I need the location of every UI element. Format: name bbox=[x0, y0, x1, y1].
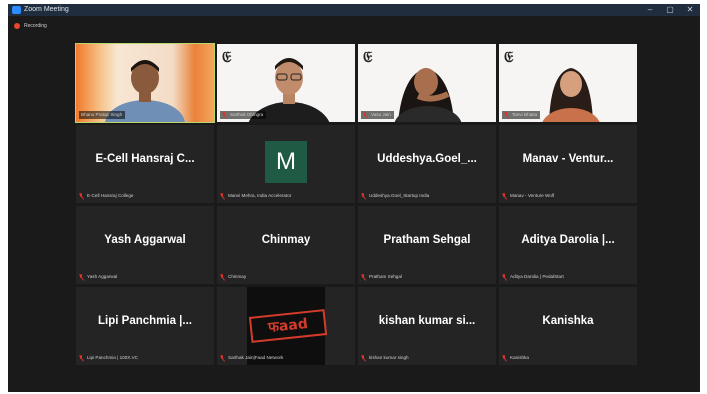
zoom-window: Zoom Meeting – ▢ ✕ Recording Bhanu Prata… bbox=[8, 4, 700, 392]
zoom-app-icon bbox=[12, 6, 21, 14]
muted-mic-icon bbox=[79, 193, 84, 199]
participant-name: Manav - Venture Wolf bbox=[510, 193, 555, 198]
participant-display-name: Kanishka bbox=[542, 315, 594, 327]
participant-name-tag: Pratham Sehgal bbox=[361, 273, 402, 281]
muted-mic-icon bbox=[220, 274, 225, 280]
participant-name-tag: kishan kumar singh bbox=[361, 354, 409, 362]
title-bar: Zoom Meeting – ▢ ✕ bbox=[8, 4, 700, 16]
participant-name-tag: E-Cell Hansraj College bbox=[79, 192, 133, 200]
participant-tile[interactable]: kishan kumar si... kishan kumar singh bbox=[358, 287, 496, 365]
muted-mic-icon bbox=[220, 193, 225, 199]
participant-name: Manvi Mehra, India Accelerator bbox=[228, 193, 292, 198]
avatar: M bbox=[265, 141, 307, 183]
participant-display-name: Lipi Panchmia |... bbox=[98, 315, 192, 327]
muted-mic-icon bbox=[361, 193, 366, 199]
participant-name-tag: Manav - Venture Wolf bbox=[502, 192, 554, 200]
window-title: Zoom Meeting bbox=[24, 6, 69, 13]
participant-tile[interactable]: Kanishka Kanishka bbox=[499, 287, 637, 365]
participant-tile[interactable]: Manav - Ventur... Manav - Venture Wolf bbox=[499, 125, 637, 203]
participant-name: Tanvi Bhatia bbox=[512, 112, 538, 117]
maximize-button[interactable]: ▢ bbox=[660, 4, 680, 16]
participant-name-tag: Lipi Panchmia | 100X.VC bbox=[79, 354, 138, 362]
participant-name: E-Cell Hansraj College bbox=[87, 193, 134, 198]
participant-tile[interactable]: 𝔈 Tanvi Bhatia bbox=[499, 44, 637, 122]
participant-tile[interactable]: 𝔈 Sarthak Dhingra bbox=[217, 44, 355, 122]
participant-name-tag: Manvi Mehra, India Accelerator bbox=[220, 192, 291, 200]
participant-display-name: Pratham Sehgal bbox=[383, 234, 471, 246]
close-button[interactable]: ✕ bbox=[680, 4, 700, 16]
participant-name-tag: Yash Aggarwal bbox=[79, 273, 117, 281]
muted-mic-icon bbox=[79, 355, 84, 361]
participant-name: Yash Aggarwal bbox=[87, 274, 118, 279]
participant-tile[interactable]: Aditya Darolia |... Aditya Darolia | Ped… bbox=[499, 206, 637, 284]
participant-display-name: Yash Aggarwal bbox=[104, 234, 186, 246]
participant-display-name: E-Cell Hansraj C... bbox=[95, 153, 195, 165]
participant-display-name: Chinmay bbox=[261, 234, 311, 246]
recording-dot-icon bbox=[14, 23, 20, 29]
participant-name-tag: Chinmay bbox=[220, 273, 246, 281]
participant-name: Kanishka bbox=[510, 355, 529, 360]
participant-tile[interactable]: E-Cell Hansraj C... E-Cell Hansraj Colle… bbox=[76, 125, 214, 203]
muted-mic-icon bbox=[79, 274, 84, 280]
participant-tile[interactable]: Chinmay Chinmay bbox=[217, 206, 355, 284]
muted-mic-icon bbox=[363, 112, 368, 118]
participant-name: Aditya Darolia | PedalStart bbox=[510, 274, 564, 279]
participant-name-tag: Sarthak Dhingra bbox=[220, 111, 267, 119]
participant-name-tag: Sarthak Jain|Faad Network bbox=[220, 354, 283, 362]
participant-tile[interactable]: Uddeshya.Goel_... Uddeshya.Goel_Startup … bbox=[358, 125, 496, 203]
participant-name-tag: Aditya Darolia | PedalStart bbox=[502, 273, 564, 281]
participant-tile[interactable]: 𝔈 Vasu Jain bbox=[358, 44, 496, 122]
participant-display-name: Manav - Ventur... bbox=[522, 153, 614, 165]
muted-mic-icon bbox=[502, 274, 507, 280]
muted-mic-icon bbox=[220, 355, 225, 361]
participant-name: kishan kumar singh bbox=[369, 355, 409, 360]
participant-name-tag: Tanvi Bhatia bbox=[502, 111, 541, 119]
muted-mic-icon bbox=[504, 112, 509, 118]
participant-name: Vasu Jain bbox=[371, 112, 391, 117]
participant-tile[interactable]: M Manvi Mehra, India Accelerator bbox=[217, 125, 355, 203]
participant-name-tag: Bhanu Pratap Singh bbox=[79, 111, 126, 119]
minimize-button[interactable]: – bbox=[640, 4, 660, 16]
participant-tile[interactable]: Yash Aggarwal Yash Aggarwal bbox=[76, 206, 214, 284]
gallery-grid: Bhanu Pratap Singh 𝔈 Sarthak Dhingra 𝔈 V… bbox=[75, 43, 638, 366]
participant-name: Chinmay bbox=[228, 274, 247, 279]
muted-mic-icon bbox=[361, 274, 366, 280]
participant-tile[interactable]: Bhanu Pratap Singh bbox=[75, 43, 215, 123]
participant-tile[interactable]: फaad Sarthak Jain|Faad Network bbox=[217, 287, 355, 365]
participant-name: Pratham Sehgal bbox=[369, 274, 402, 279]
participant-display-name: Uddeshya.Goel_... bbox=[377, 153, 477, 165]
participant-name: Uddeshya.Goel_Startup India bbox=[369, 193, 430, 198]
recording-label: Recording bbox=[24, 23, 47, 29]
participant-name: Sarthak Dhingra bbox=[230, 112, 264, 117]
participant-tile[interactable]: Lipi Panchmia |... Lipi Panchmia | 100X.… bbox=[76, 287, 214, 365]
participant-display-name: kishan kumar si... bbox=[378, 315, 476, 327]
participant-name: Lipi Panchmia | 100X.VC bbox=[87, 355, 138, 360]
muted-mic-icon bbox=[502, 193, 507, 199]
participant-tile[interactable]: Pratham Sehgal Pratham Sehgal bbox=[358, 206, 496, 284]
participant-name-tag: Kanishka bbox=[502, 354, 529, 362]
muted-mic-icon bbox=[222, 112, 227, 118]
participant-name-tag: Vasu Jain bbox=[361, 111, 394, 119]
muted-mic-icon bbox=[502, 355, 507, 361]
participant-name: Sarthak Jain|Faad Network bbox=[228, 355, 284, 360]
participant-name: Bhanu Pratap Singh bbox=[81, 112, 123, 117]
muted-mic-icon bbox=[361, 355, 366, 361]
participant-display-name: Aditya Darolia |... bbox=[521, 234, 615, 246]
participant-name-tag: Uddeshya.Goel_Startup India bbox=[361, 192, 429, 200]
